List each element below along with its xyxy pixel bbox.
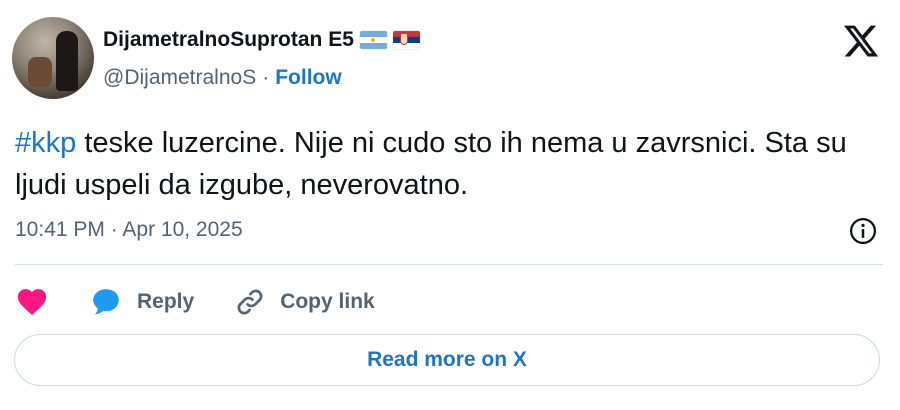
serbia-flag-icon — [392, 31, 420, 49]
author-handle[interactable]: @DijametralnoS — [103, 66, 256, 90]
copy-link-button[interactable]: Copy link — [234, 286, 375, 318]
like-button[interactable] — [15, 285, 49, 319]
reply-label: Reply — [137, 290, 195, 313]
author-handle-row: @DijametralnoS · Follow — [103, 66, 342, 90]
separator-dot: · — [262, 66, 270, 89]
argentina-flag-icon — [359, 31, 387, 49]
avatar-photo-detail — [28, 57, 52, 87]
link-icon — [237, 289, 263, 315]
hashtag-link[interactable]: #kkp — [15, 127, 76, 159]
divider — [15, 264, 883, 265]
avatar[interactable] — [12, 17, 94, 99]
speech-bubble-icon — [93, 289, 119, 315]
tweet-body: teske luzercine. Nije ni cudo sto ih nem… — [15, 127, 847, 201]
tweet-text: #kkp teske luzercine. Nije ni cudo sto i… — [15, 122, 885, 206]
author-name-row: DijametralnoSuprotan E5 — [103, 28, 420, 52]
tweet-timestamp[interactable]: 10:41 PM · Apr 10, 2025 — [15, 218, 243, 242]
avatar-photo-subject — [56, 31, 78, 91]
copy-link-label: Copy link — [280, 290, 375, 313]
heart-icon — [17, 289, 47, 316]
reply-button[interactable]: Reply — [89, 285, 194, 319]
author-display-name[interactable]: DijametralnoSuprotan E5 — [103, 28, 354, 52]
follow-button[interactable]: Follow — [275, 66, 342, 90]
read-more-button[interactable]: Read more on X — [14, 334, 880, 386]
action-bar: Reply Copy link — [15, 282, 375, 322]
info-icon[interactable] — [848, 216, 878, 246]
x-logo-icon[interactable] — [842, 22, 880, 60]
